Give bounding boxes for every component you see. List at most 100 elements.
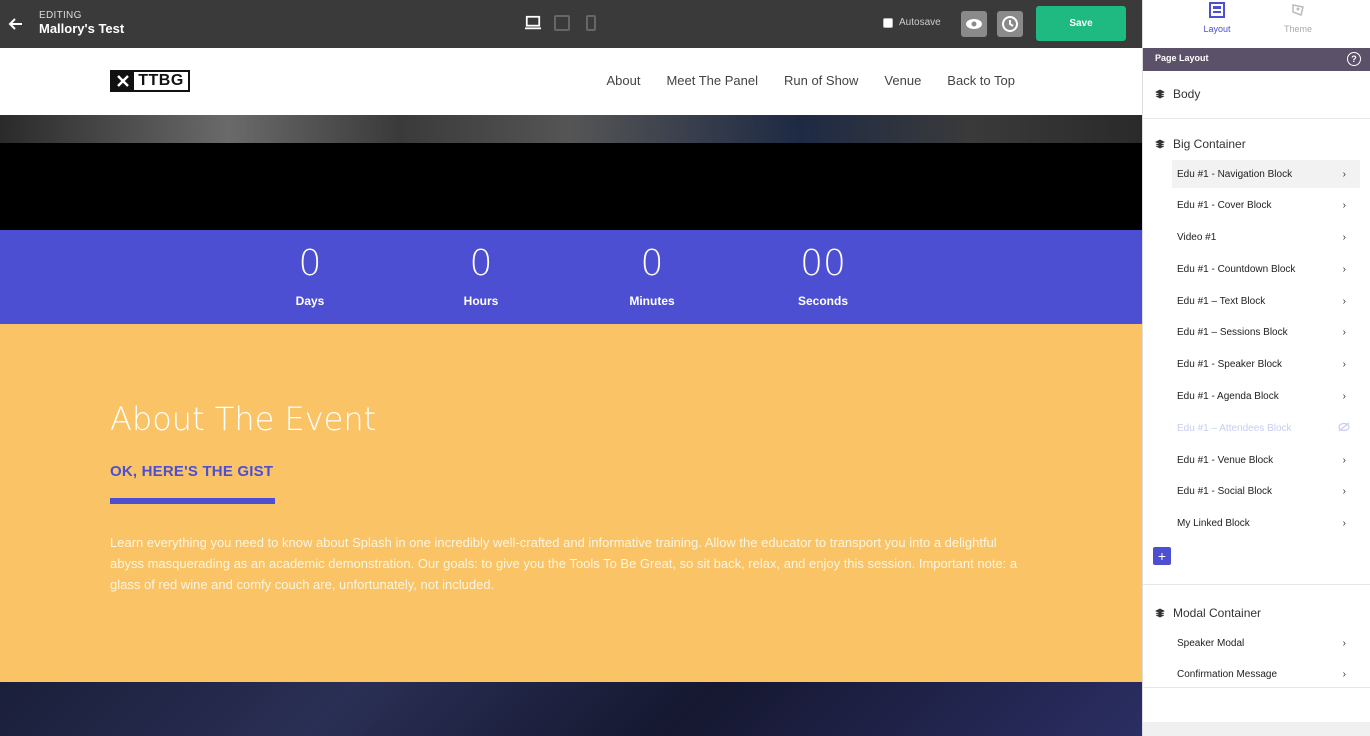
tree-item-label: Edu #1 - Countdown Block xyxy=(1177,263,1296,275)
layout-icon xyxy=(1187,2,1247,20)
chevron-right-icon[interactable]: › xyxy=(1343,669,1346,680)
tree-item-my-linked-block[interactable]: My Linked Block › xyxy=(1172,509,1360,537)
panel-header: Page Layout ? xyxy=(1143,48,1370,71)
tree-modal-container-label: Modal Container xyxy=(1173,606,1262,620)
chevron-right-icon[interactable]: › xyxy=(1343,200,1346,211)
countdown-label: Days xyxy=(295,294,325,308)
chevron-right-icon[interactable]: › xyxy=(1343,264,1346,275)
tree-item-text-block[interactable]: Edu #1 – Text Block › xyxy=(1172,287,1360,315)
nav-link-about[interactable]: About xyxy=(606,73,640,88)
layers-icon xyxy=(1155,89,1165,99)
tools-icon xyxy=(112,72,134,90)
tree-item-label: Edu #1 - Agenda Block xyxy=(1177,390,1279,402)
history-icon[interactable] xyxy=(997,11,1023,37)
logo-text: TTBG xyxy=(134,72,188,90)
countdown-days: 0 Days xyxy=(260,242,360,308)
tree-item-video[interactable]: Video #1 › xyxy=(1172,223,1360,251)
about-divider xyxy=(110,498,275,504)
tree-item-label: Edu #1 – Text Block xyxy=(1177,295,1266,307)
countdown-value: 0 xyxy=(469,243,493,284)
chevron-right-icon[interactable]: › xyxy=(1343,232,1346,243)
video-block[interactable] xyxy=(0,143,1142,230)
add-block-button[interactable]: + xyxy=(1153,547,1171,565)
tree-item-confirmation-message[interactable]: Confirmation Message › xyxy=(1172,660,1360,688)
chevron-right-icon[interactable]: › xyxy=(1343,296,1346,307)
panel-header-title: Page Layout xyxy=(1155,53,1209,63)
tab-layout[interactable]: Layout xyxy=(1187,2,1247,34)
chevron-right-icon[interactable]: › xyxy=(1343,518,1346,529)
site-logo[interactable]: TTBG xyxy=(110,70,190,92)
editing-label: EDITING xyxy=(39,10,82,21)
tree-item-social-block[interactable]: Edu #1 - Social Block › xyxy=(1172,477,1360,505)
about-title: About The Event xyxy=(110,400,377,438)
chevron-right-icon[interactable]: › xyxy=(1343,327,1346,338)
countdown-seconds: 00 Seconds xyxy=(773,242,873,308)
tab-layout-label: Layout xyxy=(1203,24,1231,34)
divider xyxy=(1143,687,1370,688)
tree-item-agenda-block[interactable]: Edu #1 - Agenda Block › xyxy=(1172,382,1360,410)
about-section: About The Event OK, HERE'S THE GIST Lear… xyxy=(0,324,1142,682)
back-arrow-icon[interactable] xyxy=(6,14,26,34)
nav-link-run-of-show[interactable]: Run of Show xyxy=(784,73,858,88)
tree-item-label: Edu #1 - Speaker Block xyxy=(1177,358,1283,370)
tree-item-countdown-block[interactable]: Edu #1 - Countdown Block › xyxy=(1172,255,1360,283)
autosave-checkbox[interactable] xyxy=(883,17,893,28)
tree-item-label: Edu #1 - Navigation Block xyxy=(1177,168,1293,180)
tree-item-label: Video #1 xyxy=(1177,231,1217,243)
divider xyxy=(1143,118,1370,119)
countdown-hours: 0 Hours xyxy=(431,242,531,308)
tab-theme[interactable]: Theme xyxy=(1268,2,1328,34)
eye-off-icon[interactable] xyxy=(1338,422,1350,435)
tree-body[interactable]: Body xyxy=(1155,87,1200,101)
nav-link-back-to-top[interactable]: Back to Top xyxy=(947,73,1015,88)
nav-link-venue[interactable]: Venue xyxy=(884,73,921,88)
tree-item-label: Speaker Modal xyxy=(1177,637,1245,649)
help-icon[interactable]: ? xyxy=(1347,52,1361,66)
chevron-right-icon[interactable]: › xyxy=(1343,169,1346,180)
nav-link-meet-the-panel[interactable]: Meet The Panel xyxy=(666,73,758,88)
layers-icon xyxy=(1155,608,1165,618)
layers-icon xyxy=(1155,139,1165,149)
chevron-right-icon[interactable]: › xyxy=(1343,391,1346,402)
chevron-right-icon[interactable]: › xyxy=(1343,638,1346,649)
tree-item-cover-block[interactable]: Edu #1 - Cover Block › xyxy=(1172,191,1360,219)
about-body: Learn everything you need to know about … xyxy=(110,535,1018,592)
chevron-right-icon[interactable]: › xyxy=(1343,359,1346,370)
tree-big-container[interactable]: Big Container xyxy=(1155,137,1246,151)
countdown-label: Seconds xyxy=(797,294,848,308)
divider xyxy=(1143,584,1370,585)
desktop-view-icon[interactable] xyxy=(525,14,541,32)
tree-item-navigation-block[interactable]: Edu #1 - Navigation Block › xyxy=(1172,160,1360,188)
autosave-toggle[interactable]: Autosave xyxy=(883,17,941,28)
save-button[interactable]: Save xyxy=(1036,6,1126,41)
preview-eye-icon[interactable] xyxy=(961,11,987,37)
countdown-minutes: 0 Minutes xyxy=(602,242,702,308)
tree-body-label: Body xyxy=(1173,87,1201,101)
tree-big-container-label: Big Container xyxy=(1173,137,1246,151)
tab-theme-label: Theme xyxy=(1283,24,1312,34)
tree-item-venue-block[interactable]: Edu #1 - Venue Block › xyxy=(1172,446,1360,474)
device-switcher xyxy=(525,14,599,32)
autosave-label: Autosave xyxy=(899,17,941,28)
countdown-value: 0 xyxy=(640,243,664,284)
chevron-right-icon[interactable]: › xyxy=(1343,455,1346,466)
mobile-view-icon[interactable] xyxy=(583,14,599,32)
tablet-view-icon[interactable] xyxy=(554,14,570,32)
tree-item-label: Confirmation Message xyxy=(1177,668,1278,680)
layout-panel: Layout Theme Page Layout ? Body Big Cont… xyxy=(1142,0,1370,736)
panel-tabs: Layout Theme xyxy=(1143,0,1370,48)
tree-item-label: Edu #1 – Sessions Block xyxy=(1177,326,1288,338)
chevron-right-icon[interactable]: › xyxy=(1343,486,1346,497)
tree-item-attendees-block[interactable]: Edu #1 – Attendees Block xyxy=(1172,414,1360,442)
sessions-background-image xyxy=(0,682,1142,736)
site-navigation: TTBG About Meet The Panel Run of Show Ve… xyxy=(0,48,1142,115)
tree-item-sessions-block[interactable]: Edu #1 – Sessions Block › xyxy=(1172,318,1360,346)
countdown-label: Minutes xyxy=(629,294,675,308)
countdown-value: 00 xyxy=(800,243,846,284)
page-title: Mallory's Test xyxy=(39,21,125,36)
tree-item-label: Edu #1 - Cover Block xyxy=(1177,199,1272,211)
tree-item-label: Edu #1 – Attendees Block xyxy=(1177,422,1292,434)
tree-item-speaker-block[interactable]: Edu #1 - Speaker Block › xyxy=(1172,350,1360,378)
tree-modal-container[interactable]: Modal Container xyxy=(1155,606,1261,620)
tree-item-speaker-modal[interactable]: Speaker Modal › xyxy=(1172,629,1360,657)
